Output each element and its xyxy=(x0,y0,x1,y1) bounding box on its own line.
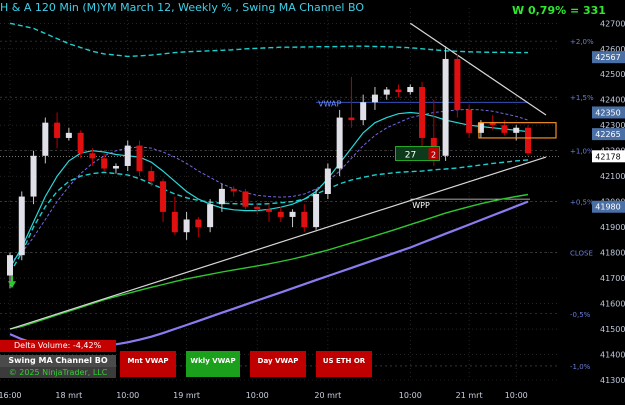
candle-body xyxy=(171,211,178,233)
us-eth-or-button[interactable]: US ETH OR xyxy=(316,351,372,377)
y-tick-label: 41900 xyxy=(600,223,625,232)
delta-volume: Delta Volume: -4,42% xyxy=(0,340,116,352)
y-tick-label: 42700 xyxy=(600,19,625,28)
copyright: © 2025 NinjaTrader, LLC xyxy=(0,367,116,378)
candle-body xyxy=(54,122,61,138)
candle-body xyxy=(30,155,37,197)
candle-body xyxy=(183,219,190,233)
y-tick-label: 41500 xyxy=(600,325,625,334)
price-label: 42178 xyxy=(595,152,620,161)
y-tick-label: 41600 xyxy=(600,300,625,309)
candle-body xyxy=(383,89,390,95)
price-label: 42567 xyxy=(595,53,620,62)
candle-body xyxy=(289,211,296,217)
candle-body xyxy=(89,153,96,159)
y-tick-label: 41300 xyxy=(600,376,625,385)
y-tick-label: 41800 xyxy=(600,249,625,258)
x-tick-label: 10:00 xyxy=(246,391,269,400)
candle-body xyxy=(348,117,355,121)
candle-body xyxy=(313,194,320,228)
weekly-level-label: -0,5% xyxy=(570,311,591,319)
candle-body xyxy=(160,181,167,212)
candle-body xyxy=(466,109,473,133)
x-tick-label: 16:00 xyxy=(0,391,22,400)
price-label: 42350 xyxy=(595,108,620,117)
wpp-label: WPP xyxy=(412,201,430,210)
candle-body xyxy=(218,188,225,205)
weekly-level-label: +2,0% xyxy=(570,38,594,46)
y-tick-label: 41700 xyxy=(600,274,625,283)
weekly-level-label: -1,0% xyxy=(570,363,591,371)
wkly-vwap-button[interactable]: Wkly VWAP xyxy=(186,351,240,377)
candle-body xyxy=(242,191,249,207)
chart-title: H & A 120 Min (M)YM March 12, Weekly % ,… xyxy=(0,1,364,14)
candle-body xyxy=(442,58,449,156)
candle-body xyxy=(407,86,414,93)
weekly-level-label: CLOSE xyxy=(570,250,593,258)
candle-body xyxy=(136,145,143,172)
candle-body xyxy=(195,219,202,228)
candle-body xyxy=(18,196,25,256)
vwap-label: VWAP xyxy=(318,99,341,108)
candle-body xyxy=(301,211,308,228)
candle-body xyxy=(230,188,237,192)
candle-body xyxy=(501,125,508,133)
weekly-level-label: +1,0% xyxy=(570,148,594,156)
candle-body xyxy=(101,158,108,169)
x-tick-label: 18 mrt xyxy=(55,391,82,400)
candle-body xyxy=(77,132,84,154)
x-tick-label: 10:00 xyxy=(399,391,422,400)
price-label: 42265 xyxy=(595,130,620,139)
y-tick-label: 41400 xyxy=(600,351,625,360)
candle-body xyxy=(42,122,49,156)
mnt-vwap-button[interactable]: Mnt VWAP xyxy=(120,351,176,377)
candle-body xyxy=(254,206,261,210)
signal-badge: 2 xyxy=(431,151,436,160)
candle-body xyxy=(360,102,367,121)
candle-body xyxy=(513,127,520,133)
candle-body xyxy=(454,58,461,110)
day-vwap-button[interactable]: Day VWAP xyxy=(250,351,306,377)
weekly-change: W 0,79% = 331 xyxy=(512,4,606,17)
weekly-level-label: +1,5% xyxy=(570,94,594,102)
candle-body xyxy=(419,86,426,138)
candle-body xyxy=(324,168,331,194)
y-tick-label: 42100 xyxy=(600,172,625,181)
candle-body xyxy=(65,132,72,138)
strategy-name: Swing MA Channel BO xyxy=(0,355,116,367)
candle-body xyxy=(277,211,284,217)
x-tick-label: 19 mrt xyxy=(173,391,200,400)
candle-body xyxy=(112,165,119,169)
candle-body xyxy=(371,94,378,103)
y-tick-label: 42500 xyxy=(600,70,625,79)
candle-body xyxy=(7,255,13,276)
candle-body xyxy=(124,145,131,166)
candle-body xyxy=(395,89,402,93)
candle-body xyxy=(525,127,531,154)
signal-count: 27 xyxy=(405,151,416,161)
x-tick-label: 10:00 xyxy=(116,391,139,400)
candle-body xyxy=(148,171,155,182)
x-tick-label: 10:00 xyxy=(505,391,528,400)
x-tick-label: 20 mrt xyxy=(314,391,341,400)
y-tick-label: 42400 xyxy=(600,96,625,105)
price-label: 41980 xyxy=(595,203,620,212)
candle-body xyxy=(207,204,214,228)
x-tick-label: 21 mrt xyxy=(456,391,483,400)
weekly-level-label: +0,5% xyxy=(570,199,594,207)
candle-body xyxy=(266,209,272,212)
candle-body xyxy=(336,117,343,169)
